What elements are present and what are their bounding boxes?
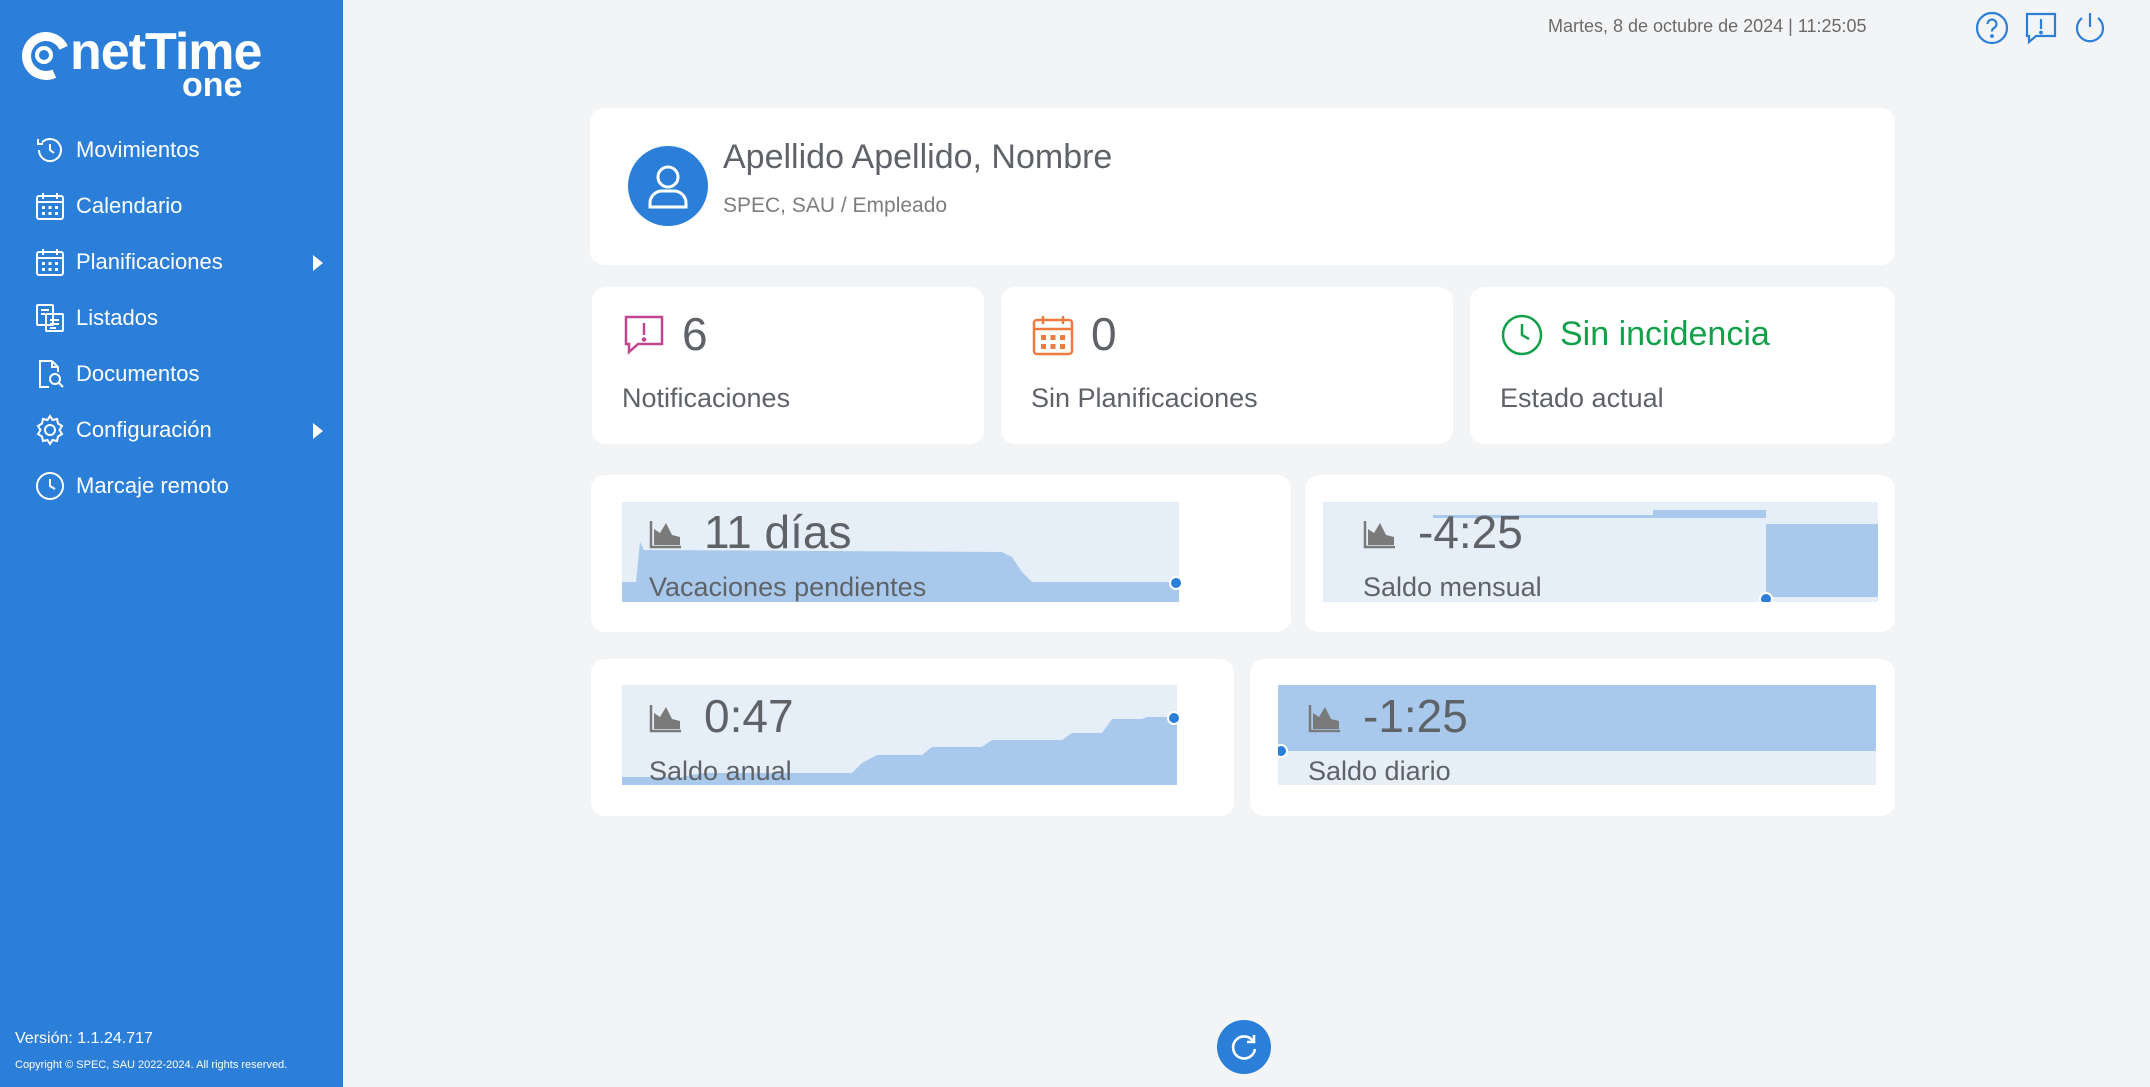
sidebar-item-label: Documentos xyxy=(76,361,200,386)
notifications-icon[interactable] xyxy=(2023,10,2059,46)
area-chart-icon xyxy=(649,703,683,733)
clock-icon xyxy=(1500,313,1544,357)
notification-alert-icon xyxy=(622,313,666,357)
sidebar-item-configuracion[interactable]: Configuración xyxy=(0,402,343,458)
sidebar-item-movimientos[interactable]: Movimientos xyxy=(0,122,343,178)
app-logo: netTime one xyxy=(15,25,262,102)
status-card[interactable]: Sin incidencia Estado actual xyxy=(1470,287,1895,444)
power-icon[interactable] xyxy=(2072,10,2108,46)
refresh-button[interactable] xyxy=(1217,1020,1271,1074)
sidebar-item-planificaciones[interactable]: Planificaciones xyxy=(0,234,343,290)
plannings-count: 0 xyxy=(1091,308,1117,360)
saldo-diario-label: Saldo diario xyxy=(1308,756,1451,786)
help-icon[interactable] xyxy=(1974,10,2010,46)
history-icon xyxy=(34,134,66,166)
avatar xyxy=(628,146,708,226)
calendar-icon xyxy=(34,190,66,222)
current-datetime: Martes, 8 de octubre de 2024 | 11:25:05 xyxy=(1548,16,1867,36)
sidebar-item-calendario[interactable]: Calendario xyxy=(0,178,343,234)
sidebar-item-label: Planificaciones xyxy=(76,249,223,274)
list-icon xyxy=(34,302,66,334)
notifications-card[interactable]: 6 Notificaciones xyxy=(592,287,984,444)
saldo-anual-card[interactable]: 0:47 Saldo anual xyxy=(591,659,1234,816)
area-chart-icon xyxy=(1308,703,1342,733)
saldo-mensual-label: Saldo mensual xyxy=(1363,572,1542,602)
profile-name: Apellido Apellido, Nombre xyxy=(723,138,1113,176)
plannings-card[interactable]: 0 Sin Planificaciones xyxy=(1001,287,1453,444)
chevron-right-icon xyxy=(313,255,323,271)
sidebar-item-label: Listados xyxy=(76,305,158,330)
plannings-label: Sin Planificaciones xyxy=(1031,383,1258,413)
notifications-label: Notificaciones xyxy=(622,383,791,413)
saldo-anual-label: Saldo anual xyxy=(649,756,792,786)
saldo-diario-card[interactable]: -1:25 Saldo diario xyxy=(1250,659,1895,816)
copyright-text: Copyright © SPEC, SAU 2022-2024. All rig… xyxy=(15,1059,288,1071)
profile-subtitle: SPEC, SAU / Empleado xyxy=(723,194,948,217)
gear-icon xyxy=(34,414,66,446)
status-value: Sin incidencia xyxy=(1560,315,1770,353)
refresh-icon xyxy=(1231,1035,1257,1060)
clock-icon xyxy=(34,470,66,502)
status-label: Estado actual xyxy=(1500,383,1664,413)
sidebar-item-label: Marcaje remoto xyxy=(76,473,229,498)
sidebar-item-label: Calendario xyxy=(76,193,183,218)
area-chart-icon xyxy=(649,519,683,549)
sidebar: netTime one Movimientos Calendario Plani… xyxy=(0,0,343,1087)
saldo-mensual-value: -4:25 xyxy=(1418,506,1523,558)
sidebar-item-label: Movimientos xyxy=(76,137,200,162)
app-version: Versión: 1.1.24.717 xyxy=(15,1030,153,1047)
planning-icon xyxy=(34,246,66,278)
vacaciones-card[interactable]: 11 días Vacaciones pendientes xyxy=(591,475,1291,632)
saldo-anual-value: 0:47 xyxy=(704,690,794,742)
sidebar-item-marcaje-remoto[interactable]: Marcaje remoto xyxy=(0,458,343,514)
saldo-mensual-card[interactable]: -4:25 Saldo mensual xyxy=(1305,475,1895,632)
notifications-count: 6 xyxy=(682,308,708,360)
document-search-icon xyxy=(34,358,66,390)
saldo-diario-value: -1:25 xyxy=(1363,690,1468,742)
profile-card: Apellido Apellido, Nombre SPEC, SAU / Em… xyxy=(590,108,1895,265)
logo-c-inner xyxy=(35,46,53,64)
logo-sub-text: one xyxy=(182,66,243,104)
calendar-icon xyxy=(1031,313,1075,357)
chevron-right-icon xyxy=(313,423,323,439)
sidebar-nav: Movimientos Calendario Planificaciones L… xyxy=(0,122,343,514)
area-chart-icon xyxy=(1363,519,1397,549)
vacaciones-value: 11 días xyxy=(704,506,852,558)
sidebar-item-listados[interactable]: Listados xyxy=(0,290,343,346)
sidebar-item-documentos[interactable]: Documentos xyxy=(0,346,343,402)
vacaciones-label: Vacaciones pendientes xyxy=(649,572,927,602)
sidebar-item-label: Configuración xyxy=(76,417,212,442)
